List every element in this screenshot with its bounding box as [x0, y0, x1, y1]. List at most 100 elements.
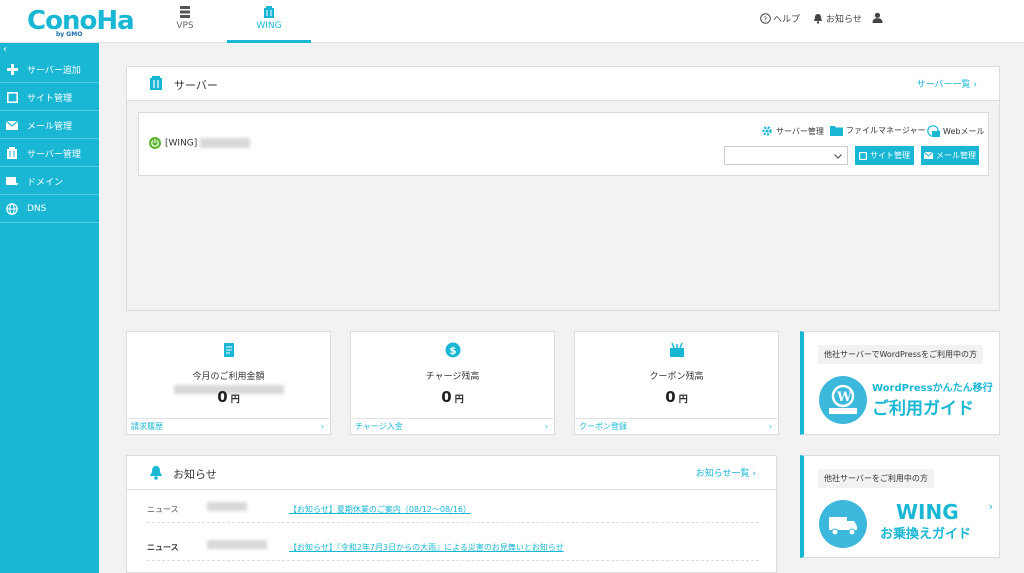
domain-icon: [5, 174, 19, 188]
server-panel-header: サーバー サーバー一覧 ›: [127, 67, 999, 101]
server-manage-link[interactable]: サーバー管理: [761, 125, 824, 137]
top-header: ConoHa by GMO VPS WING ? ヘルプ お知らせ: [0, 0, 1024, 43]
collapse-sidebar-icon[interactable]: ‹: [3, 44, 7, 55]
news-link-text[interactable]: 【お知らせ】『令和2年7月3日からの大雨』による災害のお見舞いとお知らせ: [289, 542, 564, 553]
site-manage-label: サイト管理: [870, 151, 910, 160]
sidebar-item-label: サーバー管理: [27, 149, 81, 160]
charge-deposit-link[interactable]: チャージ入金 ›: [351, 418, 554, 434]
server-row: [WING] サーバー管理 ファイルマネージャー Webメール サイト管理 メー…: [138, 112, 989, 176]
promo-title-small: WING: [896, 500, 959, 524]
promo-caption: 他社サーバーでWordPressをご利用中の方: [818, 345, 984, 364]
server-rack-icon: [180, 6, 190, 18]
tab-wing[interactable]: WING: [227, 0, 311, 43]
redacted-news-date: [207, 540, 267, 549]
user-menu[interactable]: [872, 12, 883, 23]
file-manager-link[interactable]: ファイルマネージャー: [830, 125, 925, 136]
card-label: クーポン残高: [649, 372, 704, 382]
gear-icon: [762, 126, 772, 136]
chevron-down-icon: [834, 154, 842, 159]
tab-vps[interactable]: VPS: [143, 0, 227, 43]
news-header: お知らせ お知らせ一覧 ›: [127, 456, 776, 490]
news-panel: お知らせ お知らせ一覧 › ニュース 【お知らせ】夏期休業のご案内（08/12〜…: [126, 455, 777, 573]
envelope-icon: [924, 152, 933, 159]
svg-text:W: W: [836, 390, 852, 405]
coupon-icon: [670, 342, 684, 357]
news-category: ニュース: [147, 505, 179, 514]
webmail-label: Webメール: [943, 126, 985, 136]
folder-icon: [830, 126, 843, 136]
chevron-right-icon: ›: [768, 422, 772, 431]
server-name[interactable]: [WING]: [165, 138, 251, 149]
user-icon: [872, 12, 883, 23]
webmail-link[interactable]: Webメール: [927, 125, 984, 137]
chevron-right-icon: ›: [544, 422, 548, 431]
power-status-icon: [149, 137, 161, 149]
server-panel-title: サーバー: [174, 79, 218, 92]
envelope-icon: [5, 118, 19, 132]
globe-icon: [5, 202, 19, 216]
server-icon: [5, 146, 19, 160]
sidebar-item-label: ドメイン: [27, 177, 64, 188]
news-title: お知らせ: [173, 468, 217, 481]
sidebar: ‹ サーバー追加 サイト管理 メール管理 サーバー管理 ドメイン DNS: [0, 43, 99, 573]
news-list-link[interactable]: お知らせ一覧 ›: [696, 466, 756, 479]
svg-text:?: ?: [763, 15, 767, 23]
tab-vps-label: VPS: [176, 21, 194, 31]
sidebar-item-label: メール管理: [27, 121, 73, 132]
charge-balance-card: $ チャージ残高 0円 チャージ入金 ›: [350, 331, 555, 435]
server-action-select[interactable]: [724, 146, 848, 165]
server-manage-label: サーバー管理: [776, 126, 824, 136]
server-name-prefix: [WING]: [165, 138, 198, 149]
help-link[interactable]: ? ヘルプ: [760, 12, 800, 25]
news-link-text[interactable]: 【お知らせ】夏期休業のご案内（08/12〜08/16）: [289, 504, 471, 515]
window-icon: [859, 151, 867, 160]
webmail-icon: [927, 125, 940, 137]
sidebar-item-label: サーバー追加: [27, 65, 81, 76]
news-category: ニュース: [147, 543, 179, 552]
sidebar-item-server-manage[interactable]: サーバー管理: [0, 140, 99, 167]
window-icon: [5, 90, 19, 104]
invoice-icon: [224, 343, 234, 357]
question-circle-icon: ?: [760, 13, 771, 24]
notice-link[interactable]: お知らせ: [813, 12, 862, 25]
site-manage-button[interactable]: サイト管理: [855, 146, 914, 165]
sidebar-item-mail-manage[interactable]: メール管理: [0, 112, 99, 139]
card-value: 0円: [217, 388, 240, 406]
chevron-right-icon: ›: [988, 378, 993, 391]
wordpress-migration-banner[interactable]: 他社サーバーでWordPressをご利用中の方 W WordPressかんたん移…: [800, 331, 1000, 435]
chevron-right-icon: ›: [988, 500, 993, 513]
sidebar-item-domain[interactable]: ドメイン: [0, 168, 99, 195]
wing-server-icon: [264, 6, 274, 18]
promo-title-big: お乗換えガイド: [880, 527, 972, 542]
svg-text:$: $: [450, 346, 457, 357]
billing-history-link[interactable]: 請求履歴 ›: [127, 418, 330, 434]
bell-icon: [150, 466, 162, 480]
sidebar-item-site-manage[interactable]: サイト管理: [0, 84, 99, 111]
mail-manage-button[interactable]: メール管理: [921, 146, 979, 165]
card-label: チャージ残高: [425, 372, 480, 382]
promo-title-big: ご利用ガイド: [872, 399, 974, 419]
promo-title-small: WordPressかんたん移行: [872, 383, 993, 394]
news-item[interactable]: ニュース 【お知らせ】夏期休業のご案内（08/12〜08/16）: [147, 495, 759, 523]
bell-icon: [814, 14, 822, 24]
moving-truck-icon: [819, 500, 867, 548]
file-manager-label: ファイルマネージャー: [846, 126, 926, 135]
coupon-register-link[interactable]: クーポン登録 ›: [575, 418, 778, 434]
server-panel: サーバー サーバー一覧 › [WING] サーバー管理 ファイルマネージャー W…: [126, 66, 1000, 311]
tab-wing-label: WING: [256, 21, 282, 31]
monthly-usage-card: 今月のご利用金額 0円 請求履歴 ›: [126, 331, 331, 435]
server-icon: [150, 76, 162, 90]
wing-switch-banner[interactable]: 他社サーバーをご利用中の方 WING お乗換えガイド ›: [800, 455, 1000, 558]
mail-manage-label: メール管理: [936, 151, 976, 160]
logo-subtitle: by GMO: [56, 31, 83, 38]
notice-label: お知らせ: [826, 15, 862, 25]
news-item[interactable]: ニュース 【お知らせ】『令和2年7月3日からの大雨』による災害のお見舞いとお知ら…: [147, 533, 759, 561]
sidebar-item-dns[interactable]: DNS: [0, 196, 99, 223]
coupon-balance-card: クーポン残高 0円 クーポン登録 ›: [574, 331, 779, 435]
sidebar-item-add-server[interactable]: サーバー追加: [0, 56, 99, 83]
redacted-news-date: [207, 502, 247, 511]
card-value: 0円: [665, 388, 688, 406]
help-label: ヘルプ: [773, 15, 801, 25]
server-list-link[interactable]: サーバー一覧 ›: [917, 77, 977, 90]
sidebar-item-label: DNS: [27, 204, 47, 214]
